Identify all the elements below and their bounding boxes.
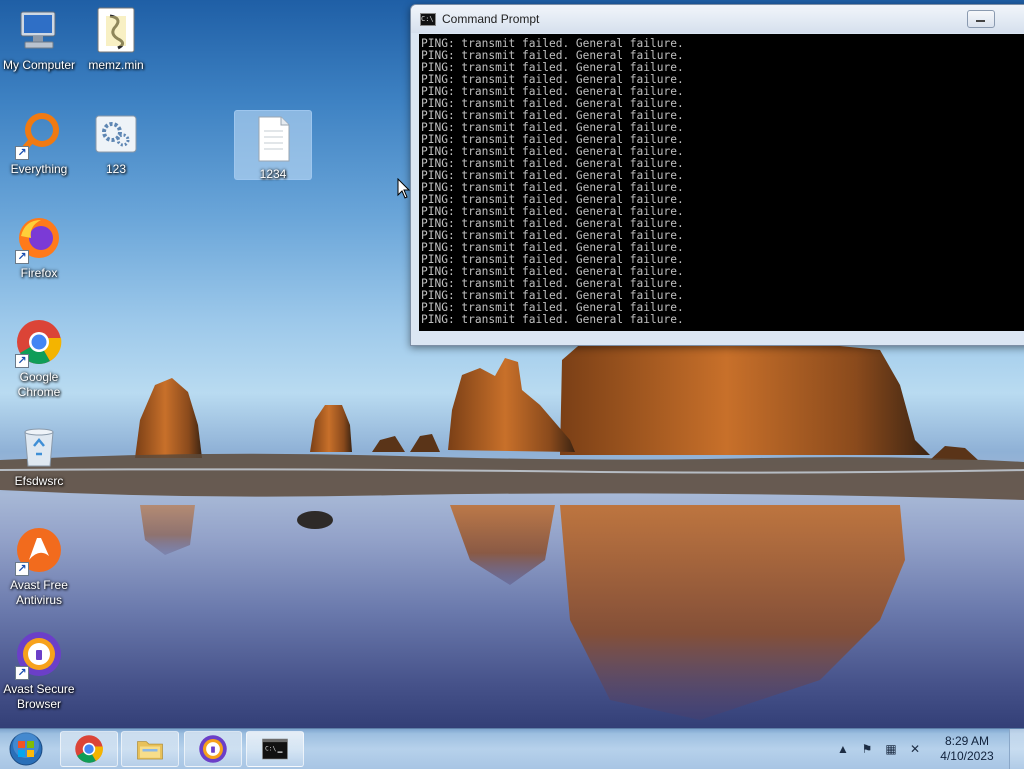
clock-date: 4/10/2023: [940, 749, 994, 763]
desktop-icon-firefox[interactable]: ↗ Firefox: [1, 214, 77, 281]
text-file-icon: [249, 115, 297, 163]
desktop-icon-avast-free-antivirus[interactable]: ↗ Avast Free Antivirus: [1, 526, 77, 608]
shortcut-arrow-icon: ↗: [15, 666, 29, 680]
settings-file-icon: [92, 110, 140, 158]
minimize-button[interactable]: [967, 10, 995, 28]
folder-icon: [137, 741, 163, 760]
taskbar-button-command-prompt[interactable]: C:\: [246, 731, 304, 767]
desktop[interactable]: My Computer memz.min ↗ Everything 123 12…: [0, 0, 1024, 728]
desktop-icon-memz-min[interactable]: memz.min: [78, 6, 154, 73]
windows-start-orb-icon[interactable]: [6, 731, 46, 767]
chrome-icon: [75, 735, 103, 763]
desktop-icon-label: Avast Free Antivirus: [10, 578, 68, 607]
firefox-icon: ↗: [15, 214, 63, 264]
desktop-icon-label: Avast Secure Browser: [3, 682, 75, 711]
desktop-icon-label: Google Chrome: [17, 370, 61, 399]
clock[interactable]: 8:29 AM 4/10/2023: [931, 734, 1003, 764]
action-center-flag-icon[interactable]: ⚑: [859, 741, 875, 757]
mouse-cursor-icon: [397, 178, 411, 199]
shortcut-arrow-icon: ↗: [15, 562, 29, 576]
chrome-icon: ↗: [15, 318, 63, 368]
desktop-icon-123[interactable]: 123: [78, 110, 154, 177]
desktop-icon-google-chrome[interactable]: ↗ Google Chrome: [1, 318, 77, 400]
volume-muted-icon[interactable]: ✕: [907, 741, 923, 757]
clock-time: 8:29 AM: [944, 734, 990, 748]
taskbar-button-file-explorer[interactable]: [121, 731, 179, 767]
command-prompt-window[interactable]: C:\ Command Prompt PING: transmit failed…: [410, 4, 1024, 346]
desktop-icon-label: memz.min: [88, 58, 144, 72]
script-file-icon: [92, 6, 140, 54]
show-desktop-button[interactable]: [1009, 729, 1024, 769]
shortcut-arrow-icon: ↗: [15, 146, 29, 160]
avast-browser-icon: [199, 735, 227, 763]
desktop-icon-label: 1234: [259, 167, 287, 181]
desktop-icon-label: Efsdwsrc: [14, 474, 64, 488]
taskbar-button-chrome[interactable]: [60, 731, 118, 767]
show-hidden-icons-icon[interactable]: ▲: [835, 741, 851, 757]
taskbar: C:\ ▲ ⚑ ▦ ✕ 8:29 AM 4/10/2023: [0, 728, 1024, 769]
everything-search-icon: ↗: [15, 110, 63, 160]
console-output[interactable]: PING: transmit failed. General failure. P…: [419, 34, 1024, 331]
taskbar-button-avast-secure-browser[interactable]: [184, 731, 242, 767]
avast-browser-icon: ↗: [15, 630, 63, 680]
desktop-icon-label: 123: [105, 162, 127, 176]
desktop-icon-label: Everything: [10, 162, 68, 176]
desktop-icon-recycle-bin[interactable]: Efsdwsrc: [1, 422, 77, 489]
network-icon[interactable]: ▦: [883, 741, 899, 757]
desktop-icon-everything[interactable]: ↗ Everything: [1, 110, 77, 177]
cmd-icon: C:\: [420, 12, 436, 26]
desktop-icon-avast-secure-browser[interactable]: ↗ Avast Secure Browser: [1, 630, 77, 712]
desktop-icon-1234[interactable]: 1234: [234, 110, 312, 181]
svg-text:C:\: C:\: [265, 745, 277, 752]
shortcut-arrow-icon: ↗: [15, 250, 29, 264]
shortcut-arrow-icon: ↗: [15, 354, 29, 368]
recycle-bin-icon: [15, 422, 63, 470]
computer-icon: [15, 6, 63, 54]
desktop-icon-label: Firefox: [20, 266, 58, 280]
window-title: Command Prompt: [442, 12, 540, 26]
window-titlebar[interactable]: C:\ Command Prompt: [411, 5, 1024, 33]
cmd-icon: C:\: [262, 738, 288, 760]
desktop-icon-label: My Computer: [2, 58, 76, 72]
console-line: PING: transmit failed. General failure.: [421, 313, 684, 326]
minimize-icon: [976, 20, 985, 22]
desktop-icon-my-computer[interactable]: My Computer: [1, 6, 77, 73]
system-tray: ▲ ⚑ ▦ ✕ 8:29 AM 4/10/2023: [835, 729, 1024, 769]
avast-antivirus-icon: ↗: [15, 526, 63, 576]
